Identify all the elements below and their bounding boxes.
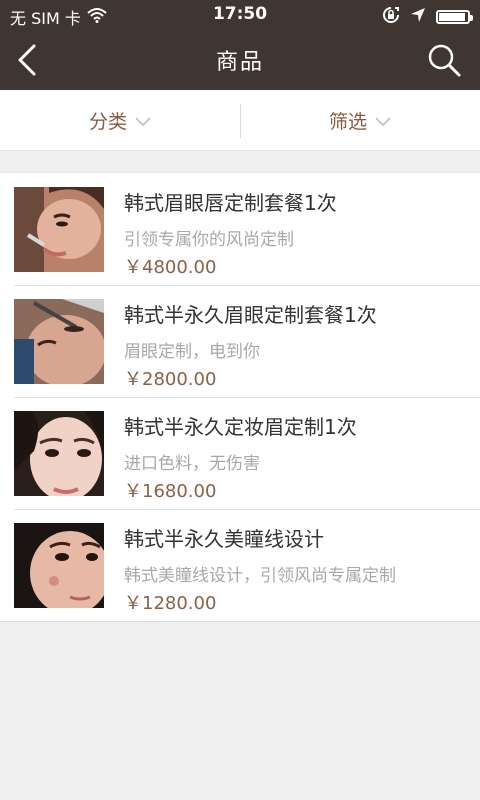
status-right [382,6,473,28]
status-bar: 无 SIM 卡 17:50 [0,0,480,30]
product-row[interactable]: 韩式半永久美瞳线设计 韩式美瞳线设计，引领风尚专属定制 ￥1280.00 [0,509,480,621]
product-title: 韩式眉眼唇定制套餐1次 [124,191,337,215]
chevron-down-icon [375,110,391,132]
product-title: 韩式半永久眉眼定制套餐1次 [124,303,377,327]
category-label: 分类 [88,110,127,133]
product-row[interactable]: 韩式半永久定妆眉定制1次 进口色料，无伤害 ￥1680.00 [0,397,480,509]
product-thumbnail [14,411,104,496]
category-dropdown[interactable]: 分类 [0,90,240,150]
product-row[interactable]: 韩式半永久眉眼定制套餐1次 眉眼定制，电到你 ￥2800.00 [0,285,480,397]
product-description: 进口色料，无伤害 [124,454,260,474]
filter-dropdown[interactable]: 筛选 [240,90,480,150]
product-description: 韩式美瞳线设计，引领风尚专属定制 [124,566,396,586]
filter-label: 筛选 [328,110,367,133]
product-description: 眉眼定制，电到你 [124,342,260,362]
page-title: 商品 [215,50,264,75]
product-title: 韩式半永久美瞳线设计 [124,527,324,551]
product-thumbnail [14,187,104,272]
product-title: 韩式半永久定妆眉定制1次 [124,415,357,439]
product-list: 韩式眉眼唇定制套餐1次 引领专属你的风尚定制 ￥4800.00 韩式半永久眉眼定… [0,172,480,622]
product-price: ￥4800.00 [124,257,217,278]
product-thumbnail [14,523,104,608]
filter-bar: 分类 筛选 [0,90,480,151]
search-icon [428,44,461,77]
chevron-down-icon [135,110,151,132]
product-price: ￥1680.00 [124,481,217,502]
search-button[interactable] [424,40,464,80]
battery-fill [439,13,465,21]
orientation-lock-icon [382,6,400,28]
product-price: ￥1280.00 [124,593,217,614]
nav-bar: 商品 [0,30,480,90]
app-header: 无 SIM 卡 17:50 商品 [0,0,480,90]
product-thumbnail [14,299,104,384]
location-icon [410,7,426,27]
product-description: 引领专属你的风尚定制 [124,230,294,250]
battery-icon [436,10,473,24]
product-row[interactable]: 韩式眉眼唇定制套餐1次 引领专属你的风尚定制 ￥4800.00 [0,173,480,285]
product-price: ￥2800.00 [124,369,217,390]
